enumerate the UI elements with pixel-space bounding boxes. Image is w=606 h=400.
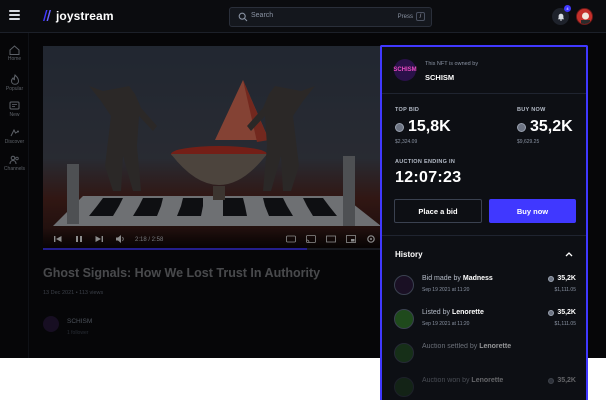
owner-name[interactable]: SCHISM [425,73,454,82]
history-action: Auction won by [422,377,472,384]
history-event-text: Auction settled by Lenorette [422,343,511,350]
auction-timer: 12:07:23 [395,169,462,186]
user-avatar[interactable] [576,8,593,25]
top-bid-usd: $2,324.09 [395,139,418,145]
search-shortcut-hint: Press / [398,12,425,21]
history-event-text: Listed by Lenorette [422,309,484,316]
joy-token-icon [395,122,404,132]
joy-token-icon [548,275,555,282]
history-title: History [395,250,423,259]
buy-now-usd: $9,629.25 [517,139,540,145]
shortcut-key: / [416,12,425,21]
buy-now-label: BUY NOW [517,107,546,113]
owner-avatar-text: ISM [406,67,417,73]
history-amount-value: 35,2K [557,275,576,282]
history-user[interactable]: Lenorette [479,343,511,350]
history-action: Listed by [422,309,452,316]
avatar-image [577,9,592,24]
owner-avatar[interactable]: SCH ISM [393,59,417,81]
search-input[interactable]: Search Press / [229,7,432,27]
history-usd: $1,111.05 [554,321,576,327]
chevron-up-icon[interactable] [565,251,573,257]
history-amount-value: 35,2K [557,377,576,384]
joy-token-icon [548,309,555,316]
history-user[interactable]: Lenorette [452,309,484,316]
place-bid-button[interactable]: Place a bid [394,199,482,223]
history-date: Sep 19 2021 at 11:20 [422,287,470,293]
menu-icon[interactable] [9,10,20,21]
bell-icon [557,13,564,21]
top-bid-amount: 15,8K [408,118,451,135]
history-avatar[interactable] [394,275,414,295]
top-bid-value: 15,8K [395,118,451,136]
history-row: Bid made by Madness Sep 19 2021 at 11:20 3… [394,273,576,299]
history-action: Bid made by [422,275,463,282]
history-row: Auction settled by Lenorette [394,341,576,367]
joy-token-icon [517,122,526,132]
top-bid-label: TOP BID [395,107,420,113]
logo[interactable]: joystream [42,9,114,23]
history-user[interactable]: Lenorette [471,377,503,384]
history-amount: 35,2K [548,275,576,282]
history-user[interactable]: Madness [463,275,493,282]
search-hint-text: Press [397,13,413,20]
buy-now-value: 35,2K [517,118,573,136]
owner-avatar-text: SCH [393,67,406,73]
joy-token-icon [548,377,555,384]
history-row: Auction won by Lenorette 35,2K [394,375,576,400]
history-amount-value: 35,2K [557,309,576,316]
history-avatar[interactable] [394,377,414,397]
history-event-text: Auction won by Lenorette [422,377,503,384]
nft-owner-section: SCH ISM This NFT is owned by SCHISM [382,47,586,94]
logo-text: joystream [56,9,114,23]
divider [382,235,586,236]
history-action: Auction settled by [422,343,480,350]
owned-by-label: This NFT is owned by [425,61,479,67]
history-date: Sep 19 2021 at 11:20 [422,321,470,327]
search-placeholder: Search [251,12,274,19]
history-avatar[interactable] [394,343,414,363]
history-amount: 35,2K [548,377,576,384]
buy-now-button[interactable]: Buy now [489,199,576,223]
history-row: Listed by Lenorette Sep 19 2021 at 11:20 3… [394,307,576,333]
search-icon [238,12,248,22]
history-event-text: Bid made by Madness [422,275,493,282]
notification-badge: 4 [564,5,571,12]
history-avatar[interactable] [394,309,414,329]
history-usd: $1,111.05 [554,287,576,293]
auction-ending-label: AUCTION ENDING IN [395,159,456,165]
history-amount: 35,2K [548,309,576,316]
buy-now-amount: 35,2K [530,118,573,135]
joystream-logo-icon [43,10,51,21]
nft-panel: SCH ISM This NFT is owned by SCHISM TOP B… [380,45,588,400]
top-bar: joystream Search Press / 4 [0,0,606,33]
